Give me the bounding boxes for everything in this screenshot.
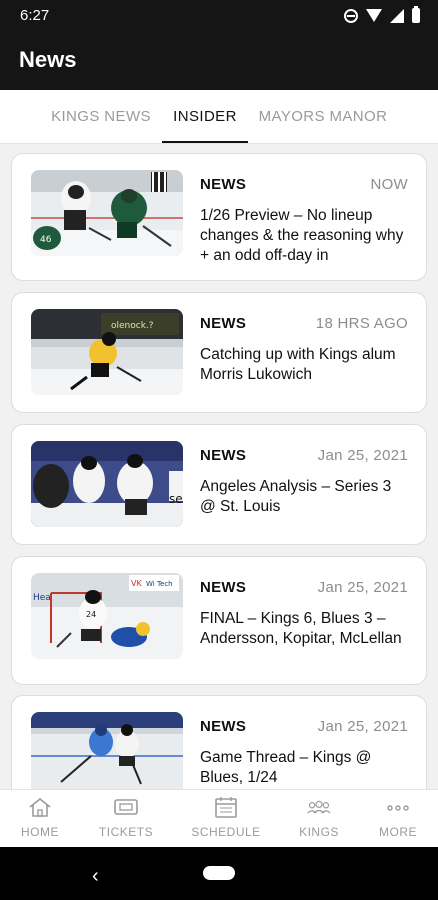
status-time: 6:27 bbox=[20, 7, 50, 24]
article-category: NEWS bbox=[200, 447, 247, 464]
article-time: Jan 25, 2021 bbox=[317, 579, 408, 596]
calendar-icon bbox=[215, 797, 237, 818]
article-thumbnail: 46 bbox=[31, 170, 183, 256]
article-time: Jan 25, 2021 bbox=[317, 447, 408, 464]
article-time: NOW bbox=[370, 176, 408, 193]
status-bar: 6:27 bbox=[0, 0, 438, 32]
news-card[interactable]: 46 NEWS NOW 1/26 Preview – No lineup cha… bbox=[11, 153, 427, 281]
article-category: NEWS bbox=[200, 315, 247, 332]
svg-text:olenock.?: olenock.? bbox=[111, 321, 154, 331]
svg-text:Wi Tech: Wi Tech bbox=[146, 580, 173, 588]
page-title: News bbox=[19, 47, 77, 72]
article-title: 1/26 Preview – No lineup changes & the r… bbox=[200, 207, 404, 264]
home-pill-button[interactable] bbox=[203, 866, 235, 880]
nav-label: KINGS bbox=[299, 825, 339, 839]
article-title: Catching up with Kings alum Morris Lukow… bbox=[200, 346, 396, 383]
do-not-disturb-icon bbox=[344, 8, 358, 23]
article-thumbnail: VK Wi Tech Hea 24 bbox=[31, 573, 183, 659]
news-card[interactable]: olenock.? NEWS 18 HRS AGO Catching up wi… bbox=[11, 292, 427, 413]
svg-text:se: se bbox=[169, 492, 183, 506]
article-title: Angeles Analysis – Series 3 @ St. Louis bbox=[200, 478, 392, 515]
nav-tickets[interactable]: TICKETS bbox=[86, 790, 166, 848]
article-title: Game Thread – Kings @ Blues, 1/24 bbox=[200, 749, 372, 786]
article-thumbnail: se bbox=[31, 441, 183, 527]
article-category: NEWS bbox=[200, 579, 247, 596]
svg-text:24: 24 bbox=[86, 610, 96, 619]
tab-bar: KINGS NEWS INSIDER MAYORS MANOR bbox=[0, 90, 438, 144]
article-thumbnail bbox=[31, 712, 183, 789]
tab-insider[interactable]: INSIDER bbox=[162, 90, 248, 144]
nav-label: TICKETS bbox=[98, 825, 154, 839]
nav-more[interactable]: MORE bbox=[358, 790, 438, 848]
active-tab-indicator bbox=[162, 141, 248, 143]
nav-schedule[interactable]: SCHEDULE bbox=[186, 790, 266, 848]
nav-kings[interactable]: KINGS bbox=[279, 790, 359, 848]
signal-icon bbox=[390, 8, 404, 23]
app-screen: 6:27 News KINGS NEWS INSIDER MAYORS MANO… bbox=[0, 0, 438, 900]
status-icons bbox=[344, 6, 420, 23]
back-icon[interactable]: ‹ bbox=[92, 865, 99, 888]
news-card[interactable]: VK Wi Tech Hea 24 NEWS Jan 25, 2021 FINA… bbox=[11, 556, 427, 685]
news-card[interactable]: NEWS Jan 25, 2021 Game Thread – Kings @ … bbox=[11, 695, 427, 789]
app-bar: News bbox=[0, 32, 438, 90]
svg-text:46: 46 bbox=[40, 235, 52, 245]
news-card[interactable]: se NEWS Jan 25, 2021 Angeles Analysis – … bbox=[11, 424, 427, 545]
article-category: NEWS bbox=[200, 176, 247, 193]
ticket-icon bbox=[114, 799, 138, 815]
article-title: FINAL – Kings 6, Blues 3 – Andersson, Ko… bbox=[200, 610, 402, 647]
tab-kings-news[interactable]: KINGS NEWS bbox=[40, 90, 162, 144]
nav-label: SCHEDULE bbox=[191, 825, 261, 839]
nav-label: HOME bbox=[21, 825, 59, 839]
more-icon bbox=[387, 805, 409, 811]
svg-text:VK: VK bbox=[131, 579, 142, 588]
bottom-navigation: HOME TICKETS SCHEDULE KINGS MORE bbox=[0, 789, 438, 847]
nav-home[interactable]: HOME bbox=[0, 790, 80, 848]
team-icon bbox=[307, 800, 331, 814]
home-icon bbox=[29, 797, 51, 817]
system-navigation-bar: ‹ bbox=[0, 847, 438, 900]
article-time: Jan 25, 2021 bbox=[317, 718, 408, 735]
news-feed[interactable]: 46 NEWS NOW 1/26 Preview – No lineup cha… bbox=[0, 144, 438, 789]
wifi-icon bbox=[366, 9, 382, 22]
article-time: 18 HRS AGO bbox=[315, 315, 408, 332]
tab-mayors-manor[interactable]: MAYORS MANOR bbox=[250, 90, 396, 144]
svg-text:Hea: Hea bbox=[33, 593, 51, 603]
article-category: NEWS bbox=[200, 718, 247, 735]
article-thumbnail: olenock.? bbox=[31, 309, 183, 395]
nav-label: MORE bbox=[379, 825, 417, 839]
battery-icon bbox=[412, 6, 420, 23]
